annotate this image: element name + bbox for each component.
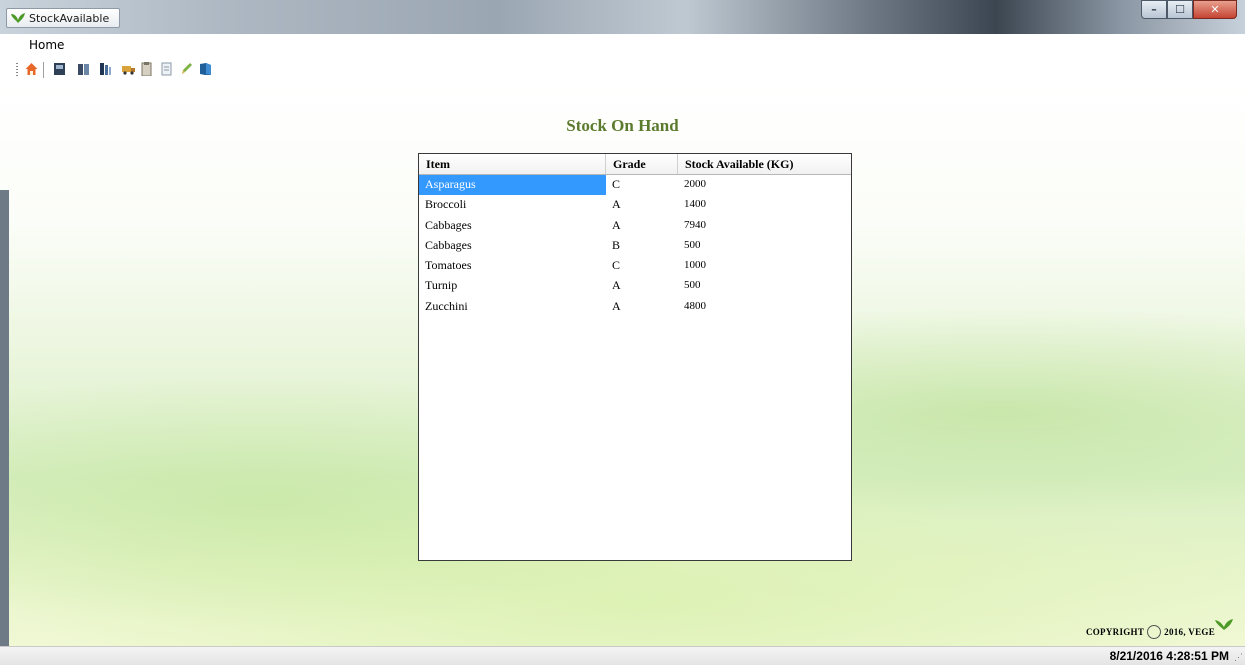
cell-grade: B bbox=[612, 237, 621, 252]
cell-stock: 4800 bbox=[684, 299, 706, 312]
toolbar bbox=[0, 56, 1245, 82]
toolbar-grip[interactable] bbox=[16, 63, 18, 77]
books-icon[interactable] bbox=[99, 62, 112, 76]
cell-stock: 1400 bbox=[684, 198, 706, 211]
cell-item: Cabbages bbox=[425, 217, 472, 232]
customers-icon[interactable] bbox=[77, 62, 90, 76]
clipboard-icon[interactable] bbox=[140, 62, 153, 76]
cell-item: Tomatoes bbox=[425, 258, 472, 273]
window-title-tab: StockAvailable bbox=[6, 8, 120, 28]
pencil-icon[interactable] bbox=[180, 62, 193, 76]
table-row[interactable]: Cabbages B 500 bbox=[419, 236, 851, 256]
document-icon[interactable] bbox=[160, 62, 173, 76]
cell-stock: 500 bbox=[684, 238, 701, 251]
table-row[interactable]: Zucchini A 4800 bbox=[419, 297, 851, 317]
toolbar-separator bbox=[43, 62, 44, 78]
window-controls: – ☐ ✕ bbox=[1141, 0, 1237, 20]
cell-grade: C bbox=[612, 177, 621, 191]
cell-grade: A bbox=[612, 217, 621, 232]
window-title: StockAvailable bbox=[29, 12, 110, 25]
book-icon[interactable] bbox=[199, 62, 212, 76]
cell-stock: 1000 bbox=[684, 259, 706, 272]
cell-grade: C bbox=[612, 258, 621, 273]
cell-grade: A bbox=[612, 298, 621, 313]
table-row[interactable]: Tomatoes C 1000 bbox=[419, 256, 851, 276]
table-header: Item Grade Stock Available (KG) bbox=[419, 154, 851, 175]
cell-grade: A bbox=[612, 197, 621, 212]
column-header-stock-available[interactable]: Stock Available (KG) bbox=[678, 154, 851, 174]
table-body: Asparagus C 2000 Broccoli A 1400 Cabbages A 7940… bbox=[419, 175, 851, 317]
close-button[interactable]: ✕ bbox=[1193, 0, 1237, 19]
stock-table[interactable]: Item Grade Stock Available (KG) Asparagu… bbox=[418, 153, 852, 561]
cell-stock: 7940 bbox=[684, 218, 706, 231]
menu-bar: Home bbox=[0, 34, 1245, 56]
title-bar: StockAvailable – ☐ ✕ bbox=[0, 0, 1245, 34]
truck-icon[interactable] bbox=[122, 62, 135, 76]
report-icon[interactable] bbox=[53, 62, 66, 76]
resize-grip-icon[interactable]: ⋰ bbox=[1234, 652, 1243, 663]
table-row[interactable]: Broccoli A 1400 bbox=[419, 195, 851, 215]
table-row[interactable]: Turnip A 500 bbox=[419, 276, 851, 296]
status-bar: 8/21/2016 4:28:51 PM ⋰ bbox=[0, 646, 1245, 665]
cell-item: Asparagus bbox=[419, 175, 606, 196]
copyright-symbol-icon bbox=[1147, 625, 1162, 639]
maximize-button[interactable]: ☐ bbox=[1167, 0, 1193, 19]
leaf-logo-icon bbox=[1215, 619, 1233, 630]
cell-item: Zucchini bbox=[425, 298, 468, 313]
copyright-label: COPYRIGHT bbox=[1085, 627, 1145, 637]
column-header-grade[interactable]: Grade bbox=[606, 154, 678, 174]
cell-stock: 500 bbox=[684, 279, 701, 292]
cell-item: Cabbages bbox=[425, 237, 472, 252]
table-row[interactable]: Cabbages A 7940 bbox=[419, 216, 851, 236]
cell-grade: A bbox=[612, 278, 621, 293]
leaf-app-icon bbox=[11, 13, 25, 23]
cell-item: Turnip bbox=[425, 278, 458, 293]
cell-stock: 2000 bbox=[684, 178, 706, 190]
page-title: Stock On Hand bbox=[566, 116, 679, 135]
menu-item-home[interactable]: Home bbox=[29, 38, 64, 52]
copyright-text: 2016, VEGE bbox=[1164, 627, 1215, 637]
minimize-button[interactable]: – bbox=[1141, 0, 1167, 19]
table-row[interactable]: Asparagus C 2000 bbox=[419, 175, 851, 196]
home-icon[interactable] bbox=[25, 62, 38, 76]
copyright-notice: COPYRIGHT 2016, VEGE bbox=[1086, 625, 1215, 639]
column-header-item[interactable]: Item bbox=[419, 154, 606, 174]
cell-item: Broccoli bbox=[425, 197, 467, 212]
window-left-edge bbox=[0, 190, 9, 646]
status-datetime: 8/21/2016 4:28:51 PM bbox=[1109, 649, 1229, 663]
